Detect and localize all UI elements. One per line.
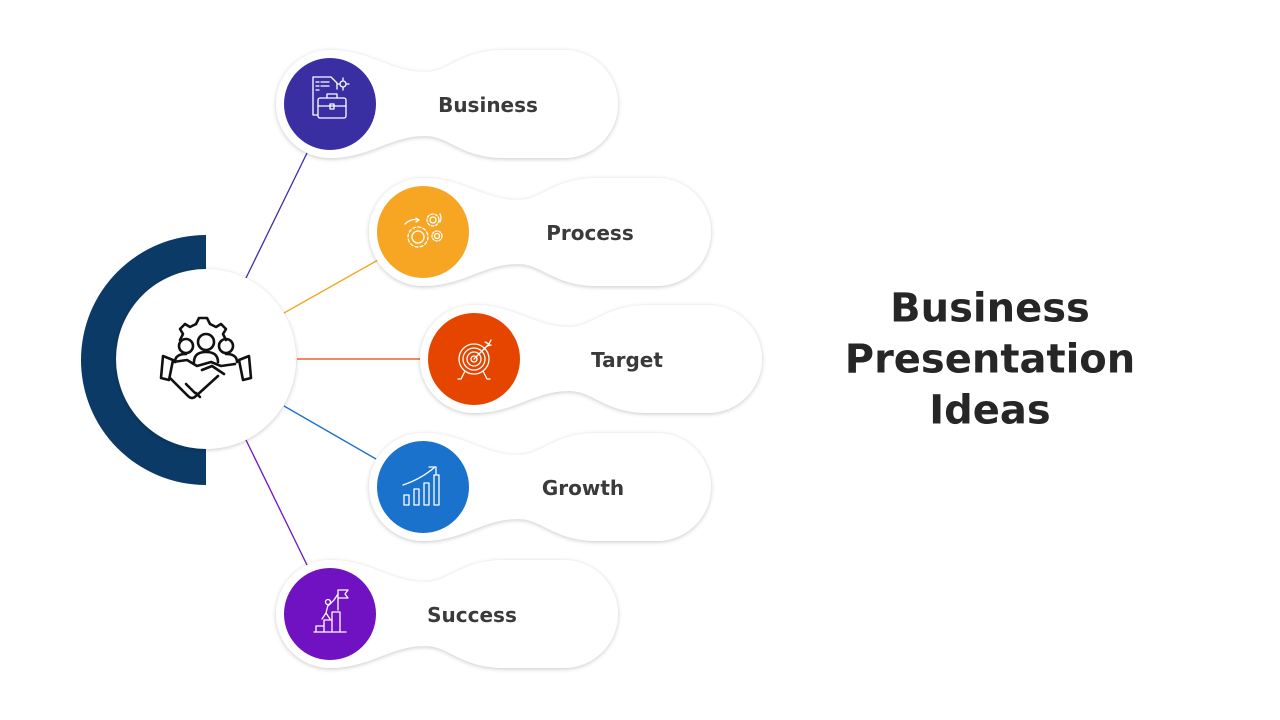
- item-label: Growth: [541, 476, 625, 500]
- item-icon-circle: [377, 441, 469, 533]
- item-icon-circle: [284, 568, 376, 660]
- item-card-growth[interactable]: [369, 433, 711, 541]
- connector-line: [245, 439, 308, 566]
- item-label: Success: [427, 603, 517, 627]
- title-line: Business: [890, 285, 1090, 332]
- connector-line: [283, 259, 379, 314]
- title-line: Ideas: [929, 387, 1051, 434]
- connector-line: [245, 152, 308, 279]
- item-icon-circle: [377, 186, 469, 278]
- item-label: Business: [438, 93, 538, 117]
- item-label: Process: [546, 221, 634, 245]
- slide-title: Business Presentation Ideas: [845, 284, 1136, 437]
- center-hub: [116, 269, 296, 449]
- item-card-process[interactable]: [369, 178, 711, 286]
- connector-line: [283, 405, 377, 460]
- title-line: Presentation: [844, 336, 1136, 383]
- item-label: Target: [591, 348, 663, 372]
